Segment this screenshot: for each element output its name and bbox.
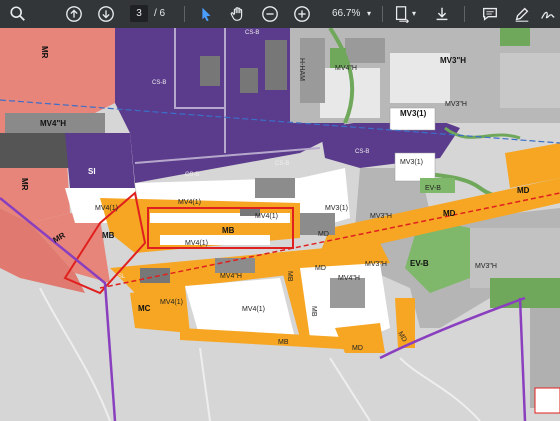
zone-label: MD — [315, 265, 326, 272]
pen-icon[interactable] — [512, 4, 532, 24]
zone-label: MB — [102, 231, 115, 240]
chevron-down-icon[interactable]: ▾ — [367, 5, 371, 22]
building-block — [255, 178, 295, 198]
zone-label: SI — [88, 167, 96, 176]
select-cursor-icon[interactable] — [196, 4, 216, 24]
zone-label: MB — [222, 226, 235, 235]
residential-area — [500, 53, 560, 108]
zone-label: MR — [20, 178, 29, 191]
zone-label: MV4(1) — [242, 306, 265, 313]
chevron-down-icon[interactable]: ▾ — [412, 5, 416, 22]
zone-label: MV4(1) — [178, 199, 201, 206]
zoning-map[interactable]: MR MR MR MV4"H SI CS-B CS-B CS-B CS-B CS… — [0, 28, 560, 421]
zone-label: EV-B — [425, 185, 441, 192]
zone-label: MV3"H — [365, 261, 387, 268]
building-block — [240, 68, 258, 93]
zone-label: MD — [318, 231, 329, 238]
zone-label: MV3(1) — [400, 109, 427, 118]
building-block — [265, 40, 287, 90]
hand-icon[interactable] — [228, 4, 248, 24]
zone-mv3-1-mid — [394, 152, 436, 182]
toolbar-divider — [382, 6, 383, 22]
zone-label: CS-B — [355, 149, 369, 155]
building-block — [0, 133, 70, 168]
green-area — [500, 28, 530, 46]
zone-label: CS-B — [275, 161, 289, 167]
building-block — [200, 56, 220, 86]
building-block — [140, 268, 170, 283]
zone-label: MV4"H — [220, 273, 242, 280]
page-number-input[interactable]: 3 — [130, 5, 148, 22]
zone-si — [65, 133, 135, 188]
zone-label: MV3"H — [445, 101, 467, 108]
zone-label: MB — [286, 271, 293, 282]
zone-label: MV3"H — [440, 56, 466, 65]
sign-icon[interactable] — [538, 4, 558, 24]
green-area — [490, 278, 560, 308]
zone-label: MD — [517, 186, 530, 195]
zone-label: CS-B — [185, 172, 199, 178]
pdf-toolbar: 3 / 6 66.7% ▾ ▾ — [0, 0, 560, 28]
zone-label: H-HAM — [298, 58, 305, 81]
zone-label: MV4(1) — [95, 205, 118, 212]
zone-label: CS-B — [245, 30, 259, 36]
page-count: / 6 — [154, 8, 166, 19]
zone-label: MV4(1) — [255, 213, 278, 220]
zone-label: MV4(1) — [185, 240, 208, 247]
zone-label: MV3"H — [475, 263, 497, 270]
zone-mv4-1-strip — [160, 235, 270, 245]
search-icon[interactable] — [8, 4, 28, 24]
arrow-up-icon[interactable] — [64, 4, 84, 24]
zone-label: MV4"H — [40, 119, 66, 128]
zone-label: MR — [40, 46, 49, 59]
building-block — [330, 278, 365, 308]
arrow-down-icon[interactable] — [96, 4, 116, 24]
map-stamp — [534, 387, 560, 414]
zone-label: SL — [118, 274, 126, 280]
zoom-out-icon[interactable] — [260, 4, 280, 24]
zone-label: MV3"H — [370, 213, 392, 220]
zone-label: MV3(1) — [400, 159, 423, 166]
zone-label: MB — [310, 306, 317, 317]
zone-label: MV3(1) — [325, 205, 348, 212]
zone-label: MC — [138, 304, 151, 313]
zoom-level[interactable]: 66.7% — [332, 5, 360, 22]
zone-label: MV4"H — [335, 65, 357, 72]
fit-page-icon[interactable] — [392, 4, 412, 24]
zone-label: CS-B — [152, 80, 166, 86]
toolbar-divider — [184, 6, 185, 22]
zone-label: MV4(1) — [160, 299, 183, 306]
toolbar-divider — [464, 6, 465, 22]
download-icon[interactable] — [432, 4, 452, 24]
zone-label: MD — [352, 345, 363, 352]
map-canvas: MR MR MR MV4"H SI CS-B CS-B CS-B CS-B CS… — [0, 28, 560, 421]
zoom-in-icon[interactable] — [292, 4, 312, 24]
zone-mv4-1-south — [185, 278, 295, 338]
zone-label: MV4"H — [338, 275, 360, 282]
building-block — [345, 38, 385, 63]
zone-label: MB — [278, 339, 289, 346]
zone-label: MD — [443, 209, 456, 218]
comment-icon[interactable] — [480, 4, 500, 24]
zone-label: EV-B — [410, 259, 429, 268]
